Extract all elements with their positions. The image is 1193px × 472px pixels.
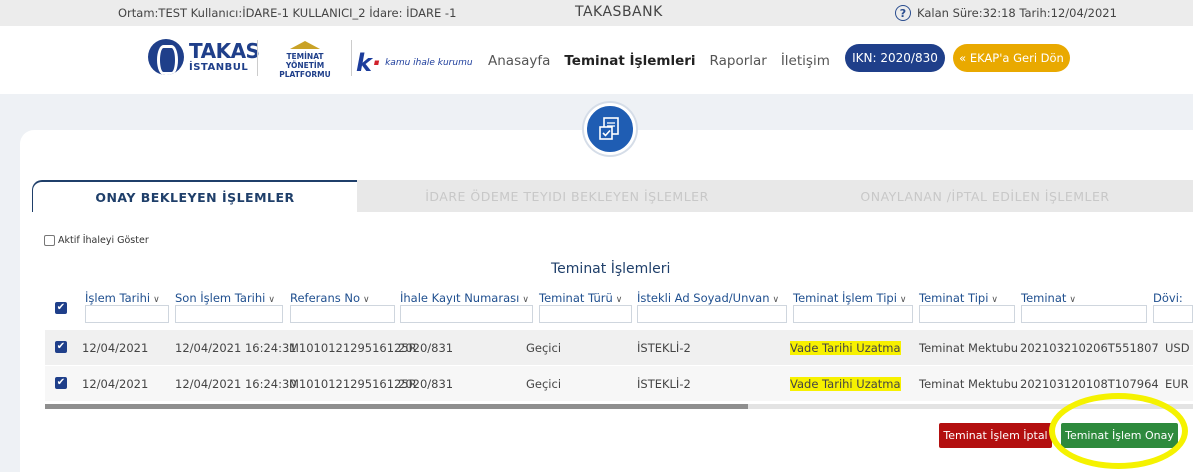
cell-ihale-kayit: 2020/831 [398,377,454,391]
cell-islem-tarihi: 12/04/2021 [82,377,149,391]
environment-info: Ortam:TEST Kullanıcı:İDARE-1 KULLANICI_2… [118,6,457,20]
check-icon: ✔ [55,341,67,353]
cell-istekli: İSTEKLİ-2 [637,341,691,355]
column-header-teminat[interactable]: Teminat ∨ [1021,291,1076,305]
document-approve-icon [584,103,636,155]
logo-text-takas: TAKAS [189,39,260,63]
chevron-down-icon: ∨ [268,295,275,305]
chevron-down-icon: ∨ [615,295,623,305]
cell-teminat-tipi: Teminat Mektubu [919,341,1019,355]
column-header-islem-tarihi[interactable]: İşlem Tarihi ∨ [85,291,160,305]
kik-text: kamu ihale kurumu [385,58,473,68]
filter-teminat-tipi[interactable] [919,305,1015,323]
main-nav: Anasayfa Teminat İşlemleri Raporlar İlet… [488,53,830,69]
column-header-referans-no[interactable]: Referans No ∨ [290,291,370,305]
filter-islem-tarihi[interactable] [85,305,169,323]
chevron-down-icon: ∨ [991,295,998,305]
cell-doviz: USD [1165,341,1190,355]
check-icon: ✔ [55,302,67,314]
filter-teminat[interactable] [1021,305,1147,323]
cell-islem-tipi: Vade Tarihi Uzatma [790,377,901,391]
table-row[interactable]: ✔ 12/04/2021 12/04/2021 16:24:31 M101012… [45,330,1193,365]
tab-onay-bekleyen[interactable]: ONAY BEKLEYEN İŞLEMLER [32,180,357,212]
tab-odeme-teyidi[interactable]: İDARE ÖDEME TEYIDI BEKLEYEN İŞLEMLER [357,180,777,212]
chevron-down-icon: ∨ [522,295,529,305]
aktif-label: Aktif İhaleyi Göster [58,235,149,246]
top-info-bar: Ortam:TEST Kullanıcı:İDARE-1 KULLANICI_2… [0,0,1193,26]
filter-referans-no[interactable] [290,305,395,323]
cell-teminat-turu: Geçici [526,377,562,391]
chevron-down-icon: ∨ [1069,295,1076,305]
highlight-annotation-ring [1049,393,1188,469]
cell-ihale-kayit: 2020/831 [398,341,454,355]
horizontal-scrollbar[interactable] [45,404,1193,409]
logo-divider [257,40,258,76]
cell-son-islem-tarihi: 12/04/2021 16:24:31 [175,341,297,355]
column-header-istekli[interactable]: İstekli Ad Soyad/Unvan ∨ [637,291,779,305]
takas-istanbul-logo[interactable]: TAKAS İSTANBUL [148,39,260,75]
teminat-platform-logo: TEMİNAT YÖNETİM PLATFORMU [263,41,347,79]
cell-istekli: İSTEKLİ-2 [637,377,691,391]
filter-istekli[interactable] [637,305,787,323]
cell-teminat: 202103120108T107964 [1020,377,1159,391]
ekap-back-button[interactable]: « EKAP'a Geri Dön [953,44,1070,72]
tvp-text-2: YÖNETİM PLATFORMU [279,61,331,79]
scrollbar-thumb[interactable] [45,404,748,409]
cell-son-islem-tarihi: 12/04/2021 16:24:30 [175,377,297,391]
cell-islem-tipi: Vade Tarihi Uzatma [790,341,901,355]
kik-mark-icon: k· [356,49,382,77]
cell-teminat: 202103210206T551807 [1020,341,1159,355]
chevron-down-icon: ∨ [363,295,370,305]
ikn-button[interactable]: IKN: 2020/830 [845,44,945,72]
nav-anasayfa[interactable]: Anasayfa [488,53,550,69]
cell-teminat-tipi: Teminat Mektubu [919,377,1019,391]
logo-text-istanbul: İSTANBUL [189,62,249,73]
filter-ihale-kayit[interactable] [400,305,533,323]
logo-divider [351,40,352,76]
brand-title: TAKASBANK [575,4,663,20]
column-header-teminat-tipi[interactable]: Teminat Tipi ∨ [919,291,998,305]
table-row[interactable]: ✔ 12/04/2021 12/04/2021 16:24:30 M101012… [45,366,1193,401]
cell-islem-tarihi: 12/04/2021 [82,341,149,355]
kik-logo: k· kamu ihale kurumu [356,51,473,75]
tab-bar: ONAY BEKLEYEN İŞLEMLER İDARE ÖDEME TEYID… [32,180,1193,212]
column-header-son-islem-tarihi[interactable]: Son İşlem Tarihi ∨ [175,291,275,305]
chevron-down-icon: ∨ [772,295,780,305]
check-icon: ✔ [55,377,67,389]
nav-iletisim[interactable]: İletişim [781,53,830,69]
roof-icon [290,41,320,49]
aktif-checkbox[interactable] [44,235,55,246]
cell-doviz: EUR [1165,377,1189,391]
cell-teminat-turu: Geçici [526,341,562,355]
chevron-down-icon: ∨ [899,295,907,305]
select-all-checkbox[interactable]: ✔ [55,302,67,314]
table-title: Teminat İşlemleri [551,261,671,277]
row-checkbox[interactable]: ✔ [55,341,67,353]
filter-doviz[interactable] [1153,305,1193,323]
filter-islem-tipi[interactable] [793,305,913,323]
takas-mark-icon [148,39,184,75]
nav-raporlar[interactable]: Raporlar [710,53,767,69]
nav-teminat-islemleri[interactable]: Teminat İşlemleri [564,53,695,69]
chevron-down-icon: ∨ [153,295,160,305]
teminat-iptal-button[interactable]: Teminat İşlem İptal [939,423,1052,448]
tvp-text-1: TEMİNAT [286,52,324,61]
filter-teminat-turu[interactable] [539,305,632,323]
help-icon[interactable]: ? [895,5,911,21]
column-header-ihale-kayit[interactable]: İhale Kayıt Numarası ∨ [400,291,529,305]
filter-son-islem-tarihi[interactable] [175,305,283,323]
row-checkbox[interactable]: ✔ [55,377,67,389]
column-header-islem-tipi[interactable]: Teminat İşlem Tipi ∨ [793,291,907,305]
session-timer: Kalan Süre:32:18 Tarih:12/04/2021 [917,6,1117,20]
column-header-teminat-turu[interactable]: Teminat Türü ∨ [539,291,622,305]
session-info: ? Kalan Süre:32:18 Tarih:12/04/2021 [895,5,1117,21]
header: TAKAS İSTANBUL TEMİNAT YÖNETİM PLATFORMU… [0,26,1193,94]
column-header-doviz[interactable]: Dövi: [1153,291,1183,305]
aktif-ihale-toggle[interactable]: Aktif İhaleyi Göster [44,235,149,246]
tab-onaylanan-iptal[interactable]: ONAYLANAN /İPTAL EDİLEN İŞLEMLER [777,180,1193,212]
